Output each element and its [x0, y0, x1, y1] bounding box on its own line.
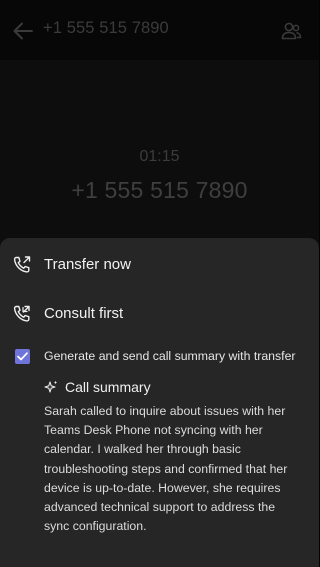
- summary-checkbox-label: Generate and send call summary with tran…: [44, 349, 296, 363]
- summary-checkbox[interactable]: [15, 349, 30, 364]
- sparkle-icon: [44, 380, 58, 393]
- back-button[interactable]: [10, 18, 36, 44]
- phone-consult-icon: [13, 305, 30, 322]
- transfer-now-option[interactable]: Transfer now: [0, 243, 319, 289]
- checkmark-icon: [17, 352, 28, 361]
- callee-number: +1 555 515 7890: [71, 177, 248, 203]
- top-bar: +1 555 515 7890: [0, 0, 319, 60]
- participants-button[interactable]: [279, 19, 303, 43]
- call-summary-title: Call summary: [65, 379, 151, 395]
- back-arrow-icon: [13, 22, 33, 40]
- page-title: +1 555 515 7890: [43, 19, 169, 37]
- consult-first-option[interactable]: Consult first: [0, 292, 319, 338]
- call-screen: +1 555 515 7890 01:15 +1 555 515 7890 Tr…: [0, 0, 319, 567]
- phone-forward-icon: [13, 256, 31, 273]
- people-icon: [281, 22, 302, 40]
- consult-first-label: Consult first: [44, 305, 124, 322]
- call-summary-text: Sarah called to inquire about issues wit…: [44, 404, 288, 534]
- summary-checkbox-row[interactable]: Generate and send call summary with tran…: [0, 345, 319, 369]
- transfer-now-label: Transfer now: [44, 256, 131, 273]
- call-timer: 01:15: [139, 148, 180, 165]
- transfer-sheet: Transfer now Consult first Generate and …: [0, 238, 319, 567]
